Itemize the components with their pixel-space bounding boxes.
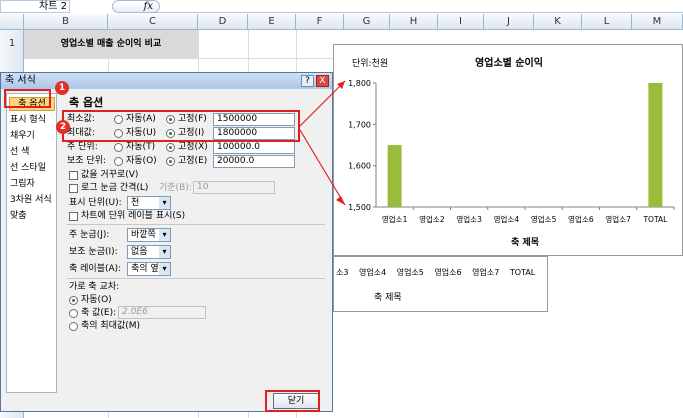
callout-arrows [299, 80, 346, 206]
arrowhead-min [336, 196, 345, 205]
arrow-to-min [299, 129, 346, 206]
arrow-to-max [299, 80, 346, 127]
